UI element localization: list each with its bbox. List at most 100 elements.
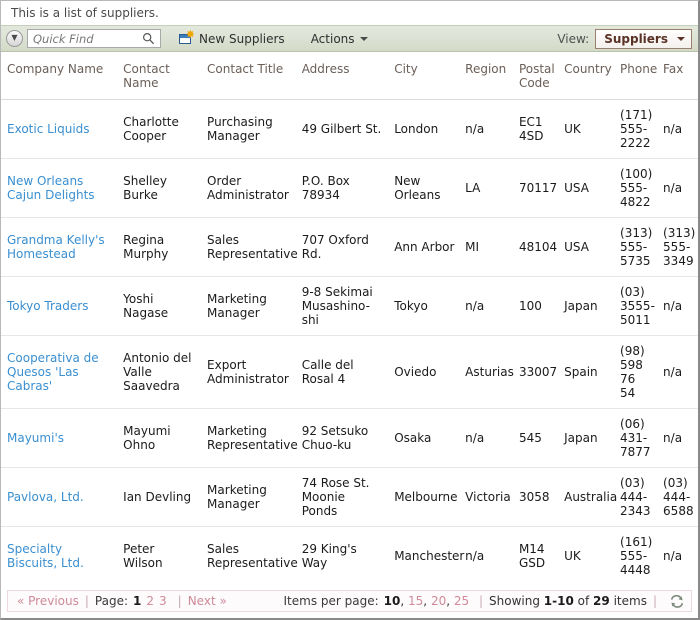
items-per-page-label: Items per page: bbox=[283, 594, 379, 608]
refresh-icon[interactable] bbox=[670, 594, 684, 608]
table-row[interactable]: New Orleans Cajun Delights Shelley Burke O… bbox=[1, 158, 698, 218]
cell-address: 49 Gilbert St. bbox=[295, 99, 389, 159]
cell-fax: (313) 555-3349 bbox=[657, 217, 698, 277]
table-row[interactable]: Exotic Liquids Charlotte Cooper Purchasing… bbox=[1, 99, 698, 159]
actions-label: Actions bbox=[310, 31, 355, 46]
cell-contact-title: Export Administrator bbox=[201, 335, 296, 409]
cell-company-name[interactable]: Cooperativa de Quesos 'Las Cabras' bbox=[1, 335, 118, 409]
cell-fax: n/a bbox=[657, 99, 698, 159]
cell-city: New Orleans bbox=[388, 158, 460, 218]
items-per-page-option-20[interactable]: 20 bbox=[431, 594, 446, 608]
pager-container: « Previous | Page: 123 | Next » Items pe… bbox=[1, 585, 698, 618]
column-header-company-name[interactable]: Company Name bbox=[1, 52, 118, 100]
company-link[interactable]: Specialty Biscuits, Ltd. bbox=[7, 542, 84, 570]
table-row[interactable]: Tokyo Traders Yoshi Nagase Marketing Manag… bbox=[1, 276, 698, 336]
cell-company-name[interactable]: Specialty Biscuits, Ltd. bbox=[1, 526, 118, 585]
column-header-contact-title[interactable]: Contact Title bbox=[201, 52, 296, 100]
cell-phone: (171) 555-2222 bbox=[614, 99, 658, 159]
pager-separator: | bbox=[478, 594, 484, 608]
showing-of: of bbox=[577, 594, 590, 608]
actions-menu-button[interactable]: Actions bbox=[307, 30, 372, 48]
column-header-city[interactable]: City bbox=[388, 52, 460, 100]
company-link[interactable]: Tokyo Traders bbox=[7, 299, 88, 313]
next-page-link[interactable]: Next » bbox=[188, 594, 227, 608]
page-label: Page: bbox=[94, 594, 129, 608]
cell-contact-title: Order Administrator bbox=[201, 158, 296, 218]
search-input[interactable] bbox=[33, 31, 141, 46]
cell-postal-code: 545 bbox=[512, 408, 559, 468]
cell-fax: n/a bbox=[657, 335, 698, 409]
cell-phone: (98) 598 76 54 bbox=[614, 335, 658, 409]
company-link[interactable]: Mayumi's bbox=[7, 431, 64, 445]
cell-contact-name: Mayumi Ohno bbox=[117, 408, 202, 468]
column-header-fax[interactable]: Fax bbox=[657, 52, 698, 100]
cell-region: LA bbox=[459, 158, 513, 218]
company-link[interactable]: Grandma Kelly's Homestead bbox=[7, 233, 105, 261]
showing-total: 29 bbox=[593, 594, 610, 608]
cell-city: Oviedo bbox=[388, 335, 460, 409]
cell-country: USA bbox=[558, 158, 615, 218]
column-header-phone[interactable]: Phone bbox=[614, 52, 657, 100]
company-link[interactable]: Exotic Liquids bbox=[7, 122, 90, 136]
new-suppliers-button[interactable]: ✸ New Suppliers bbox=[173, 29, 291, 48]
toolbar-expand-button[interactable]: ▼ bbox=[6, 30, 23, 47]
cell-contact-title: Marketing Manager bbox=[201, 467, 296, 527]
page-number-3[interactable]: 3 bbox=[159, 594, 167, 608]
cell-contact-name: Regina Murphy bbox=[117, 217, 202, 277]
cell-company-name[interactable]: Grandma Kelly's Homestead bbox=[1, 217, 118, 277]
chevron-down-icon bbox=[359, 36, 368, 41]
cell-address: Calle del Rosal 4 bbox=[295, 335, 389, 409]
cell-phone: (313) 555-5735 bbox=[614, 217, 658, 277]
column-header-address[interactable]: Address bbox=[295, 52, 389, 100]
cell-contact-name: Yoshi Nagase bbox=[117, 276, 202, 336]
previous-page-link[interactable]: « Previous bbox=[17, 594, 79, 608]
comma: , bbox=[446, 594, 454, 608]
cell-contact-title: Marketing Manager bbox=[201, 276, 296, 336]
company-link[interactable]: Pavlova, Ltd. bbox=[7, 490, 84, 504]
cell-region: MI bbox=[459, 217, 513, 277]
items-per-page-option-15[interactable]: 15 bbox=[408, 594, 423, 608]
cell-region: n/a bbox=[459, 526, 513, 585]
cell-company-name[interactable]: Tokyo Traders bbox=[1, 276, 118, 336]
cell-postal-code: M14 GSD bbox=[512, 526, 559, 585]
new-window-icon: ✸ bbox=[179, 29, 195, 45]
cell-postal-code: 100 bbox=[512, 276, 559, 336]
column-header-contact-name[interactable]: Contact Name bbox=[117, 52, 202, 100]
cell-contact-name: Ian Devling bbox=[117, 467, 202, 527]
view-selector[interactable]: Suppliers bbox=[595, 28, 692, 49]
pager-separator: | bbox=[84, 594, 89, 608]
table-row[interactable]: Cooperativa de Quesos 'Las Cabras' Antoni… bbox=[1, 335, 698, 409]
cell-company-name[interactable]: Mayumi's bbox=[1, 408, 118, 468]
column-header-postal-code[interactable]: Postal Code bbox=[512, 52, 559, 100]
cell-company-name[interactable]: New Orleans Cajun Delights bbox=[1, 158, 118, 218]
quick-find-container[interactable] bbox=[27, 29, 161, 48]
cell-company-name[interactable]: Exotic Liquids bbox=[1, 99, 118, 159]
cell-country: Japan bbox=[558, 276, 615, 336]
suppliers-grid: Company Name Contact Name Contact Title … bbox=[1, 52, 698, 585]
table-row[interactable]: Pavlova, Ltd. Ian Devling Marketing Manage… bbox=[1, 467, 698, 527]
cell-city: Ann Arbor bbox=[388, 217, 460, 277]
column-header-region[interactable]: Region bbox=[459, 52, 513, 100]
company-link[interactable]: New Orleans Cajun Delights bbox=[7, 174, 95, 202]
column-header-country[interactable]: Country bbox=[558, 52, 615, 100]
cell-country: UK bbox=[558, 99, 615, 159]
cell-city: London bbox=[388, 99, 460, 159]
cell-contact-title: Sales Representative bbox=[201, 217, 298, 277]
table-row[interactable]: Mayumi's Mayumi Ohno Marketing Representat… bbox=[1, 408, 698, 468]
showing-range: 1-10 bbox=[543, 594, 574, 608]
cell-postal-code: 48104 bbox=[512, 217, 559, 277]
cell-phone: (100) 555-4822 bbox=[614, 158, 658, 218]
cell-city: Melbourne bbox=[388, 467, 460, 527]
company-link[interactable]: Cooperativa de Quesos 'Las Cabras' bbox=[7, 351, 99, 393]
cell-address: 9-8 Sekimai Musashino-shi bbox=[295, 276, 389, 336]
cell-company-name[interactable]: Pavlova, Ltd. bbox=[1, 467, 118, 527]
cell-contact-title: Purchasing Manager bbox=[201, 99, 296, 159]
items-per-page-option-25[interactable]: 25 bbox=[454, 594, 469, 608]
pager-separator: | bbox=[177, 594, 182, 608]
cell-region: n/a bbox=[459, 408, 513, 468]
table-row[interactable]: Grandma Kelly's Homestead Regina Murphy Sa… bbox=[1, 217, 698, 277]
table-row[interactable]: Specialty Biscuits, Ltd. Peter Wilson Sale… bbox=[1, 526, 698, 585]
page-number-2[interactable]: 2 bbox=[146, 594, 154, 608]
cell-country: Japan bbox=[558, 408, 615, 468]
search-icon[interactable] bbox=[141, 32, 155, 46]
